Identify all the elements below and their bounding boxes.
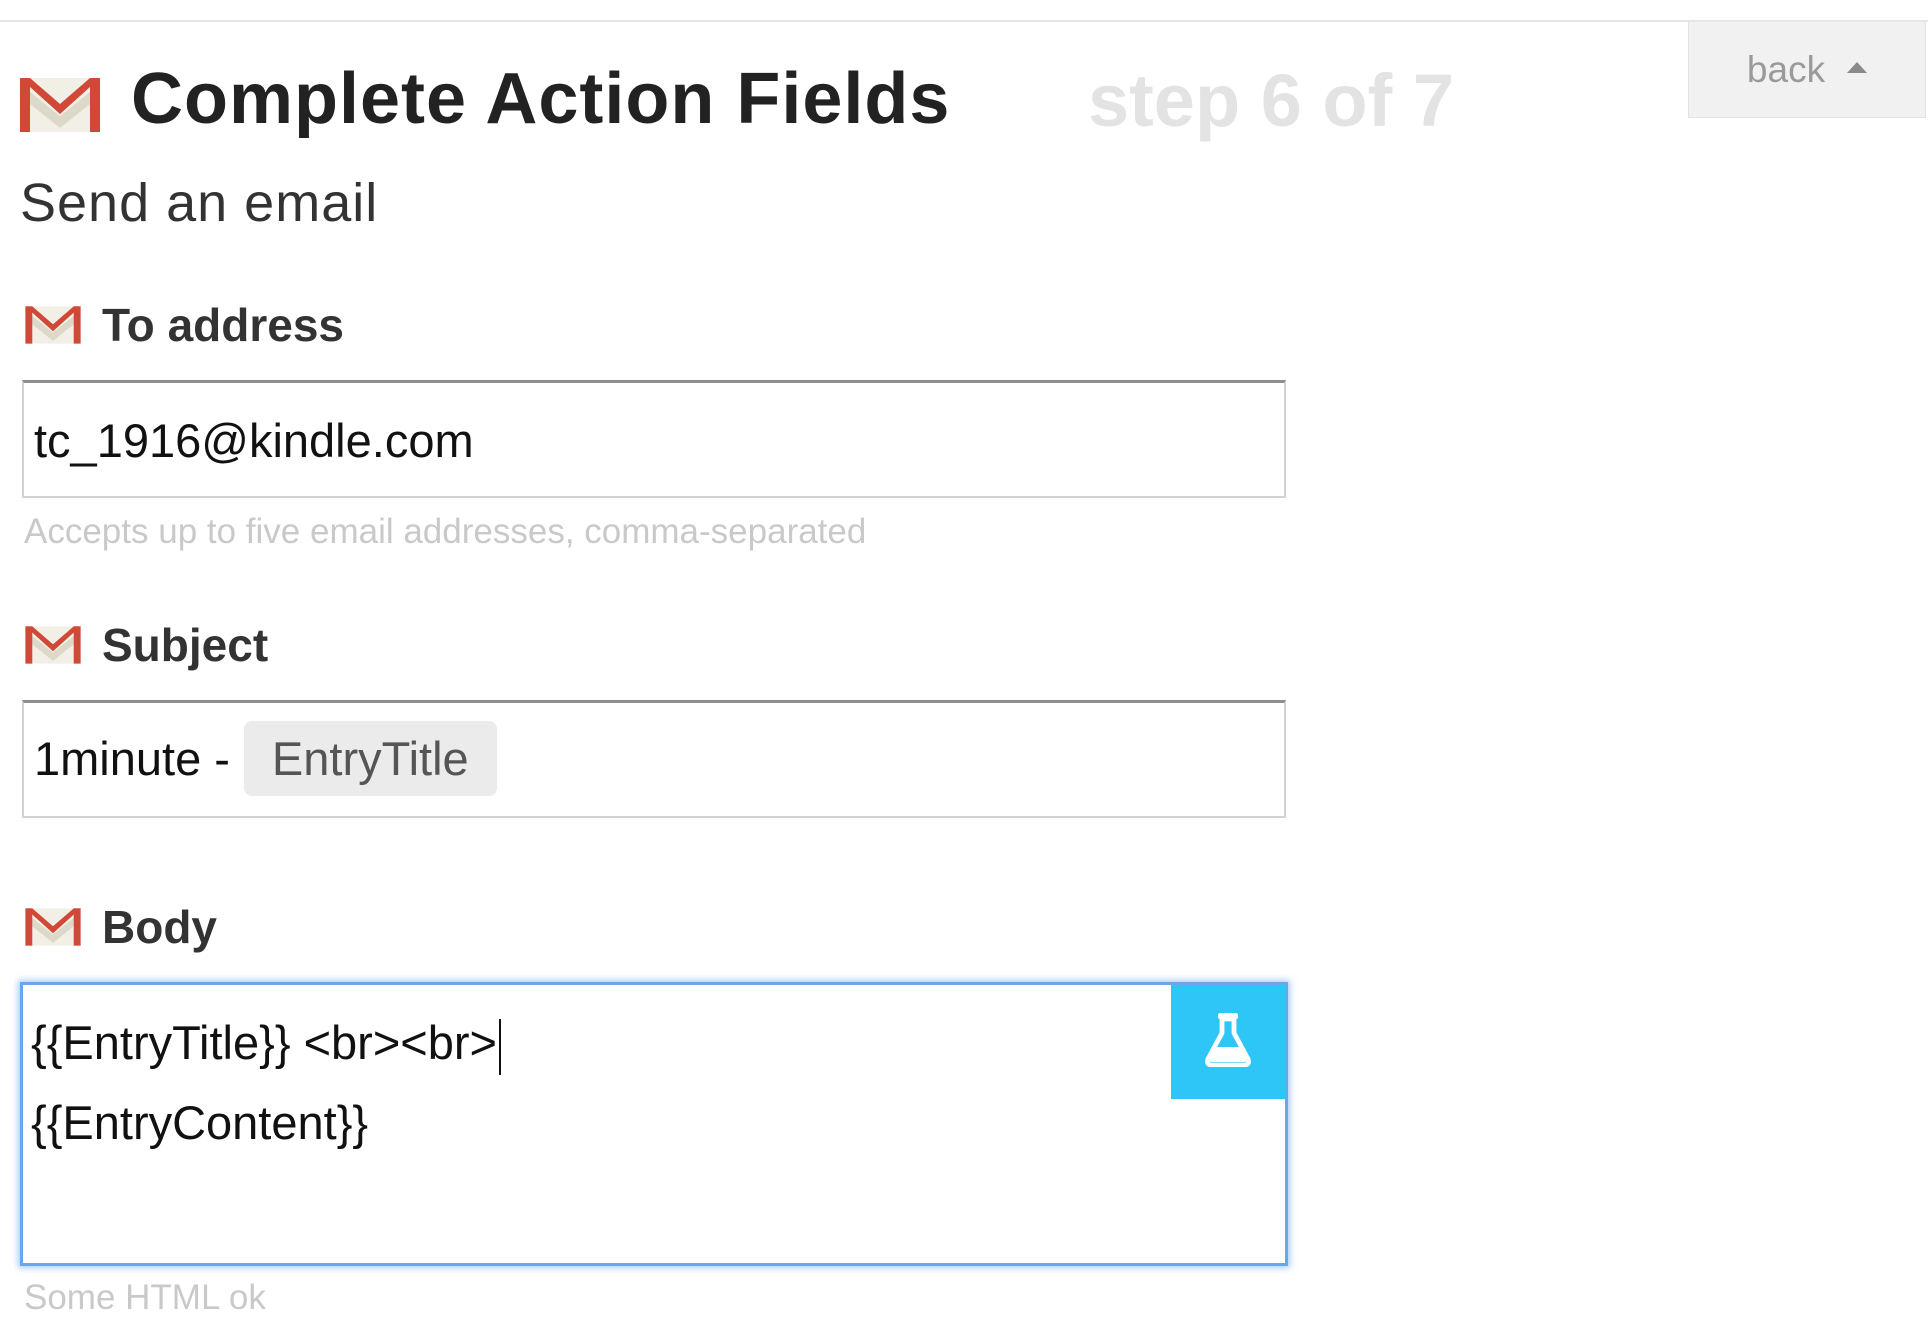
to-address-value: tc_1916@kindle.com [34,414,474,467]
page-title: Complete Action Fields [131,59,951,139]
gmail-icon [24,304,82,346]
to-address-label: To address [102,299,344,351]
to-address-label-row: To address [24,298,344,352]
to-address-hint: Accepts up to five email addresses, comm… [24,512,867,551]
page-subtitle: Send an email [20,173,379,233]
to-address-input[interactable]: tc_1916@kindle.com [22,380,1286,498]
back-button-label: back [1746,48,1826,90]
body-textarea[interactable]: {{EntryTitle}} <br><br> {{EntryContent}} [20,982,1288,1266]
body-label: Body [102,901,217,953]
body-hint: Some HTML ok [24,1278,266,1317]
body-label-row: Body [24,900,217,954]
text-cursor [498,1018,501,1075]
top-divider [0,20,1928,22]
step-indicator: step 6 of 7 [1088,59,1454,142]
subject-input[interactable]: 1minute - EntryTitle [22,700,1286,818]
ingredient-pill-entrytitle[interactable]: EntryTitle [243,721,497,796]
subject-prefix-text: 1minute - [34,732,230,785]
subject-content: 1minute - EntryTitle [34,721,497,796]
gmail-icon [18,76,102,134]
caret-up-icon [1847,62,1868,73]
add-ingredient-button[interactable] [1171,985,1285,1099]
body-line-2-text: {{EntryContent}} [31,1096,369,1149]
subject-label-row: Subject [24,618,268,672]
body-line-1-text: {{EntryTitle}} <br><br> [31,1016,497,1069]
flask-icon [1204,1012,1252,1072]
back-button[interactable]: back [1688,22,1926,118]
subject-label: Subject [102,619,269,671]
gmail-icon [24,624,82,666]
body-line: {{EntryTitle}} <br><br> [31,1015,501,1075]
gmail-icon [24,906,82,948]
body-line: {{EntryContent}} [31,1095,368,1150]
page: back Complete Action Fields step 6 of 7 … [0,0,1928,1333]
